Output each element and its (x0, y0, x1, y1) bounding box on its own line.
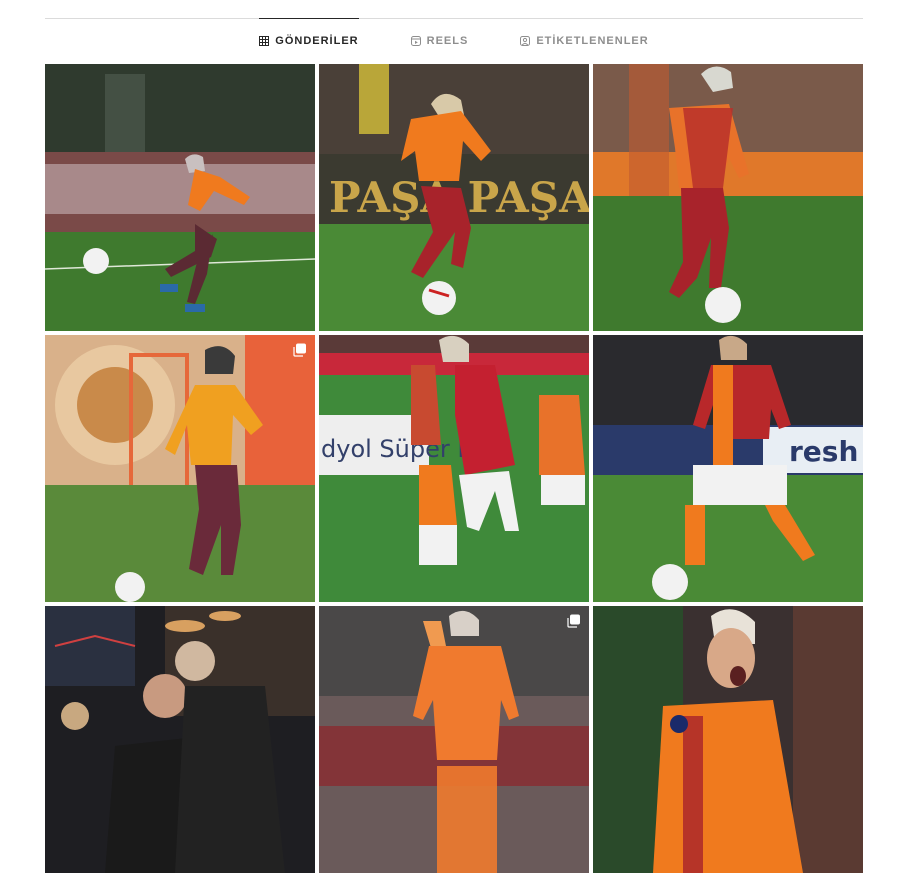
post-image (593, 606, 863, 873)
tab-posts[interactable]: GÖNDERİLER (259, 18, 359, 64)
banner-text: dyol Süper L (321, 435, 471, 463)
post-thumbnail[interactable] (593, 64, 863, 331)
tab-tagged[interactable]: ETİKETLENENLER (520, 18, 648, 64)
post-thumbnail[interactable]: resh (593, 335, 863, 602)
post-thumbnail[interactable] (45, 606, 315, 873)
post-image: resh (593, 335, 863, 602)
tab-tagged-label: ETİKETLENENLER (536, 35, 649, 47)
post-thumbnail[interactable] (45, 64, 315, 331)
post-image: dyol Süper L (319, 335, 589, 602)
post-thumbnail[interactable] (45, 335, 315, 602)
post-image (593, 64, 863, 331)
post-thumbnail[interactable]: PAŞA PAŞA (319, 64, 589, 331)
post-image (45, 606, 315, 873)
multiple-photos-icon (567, 614, 580, 628)
profile-tabs: GÖNDERİLER REELS ETİKETLENENLER (45, 18, 863, 64)
post-thumbnail[interactable] (593, 606, 863, 873)
tagged-icon (520, 36, 531, 46)
multiple-photos-icon (293, 343, 306, 357)
post-thumbnail[interactable]: dyol Süper L (319, 335, 589, 602)
reels-icon (410, 36, 421, 46)
post-image (319, 606, 589, 873)
post-image (45, 335, 315, 602)
banner-text: resh (789, 435, 858, 468)
post-image (45, 64, 315, 331)
tab-reels-label: REELS (426, 35, 469, 47)
post-image: PAŞA PAŞA (319, 64, 589, 331)
tab-posts-label: GÖNDERİLER (275, 35, 359, 47)
tab-reels[interactable]: REELS (410, 18, 469, 64)
grid-icon (259, 36, 270, 46)
post-thumbnail[interactable] (319, 606, 589, 873)
